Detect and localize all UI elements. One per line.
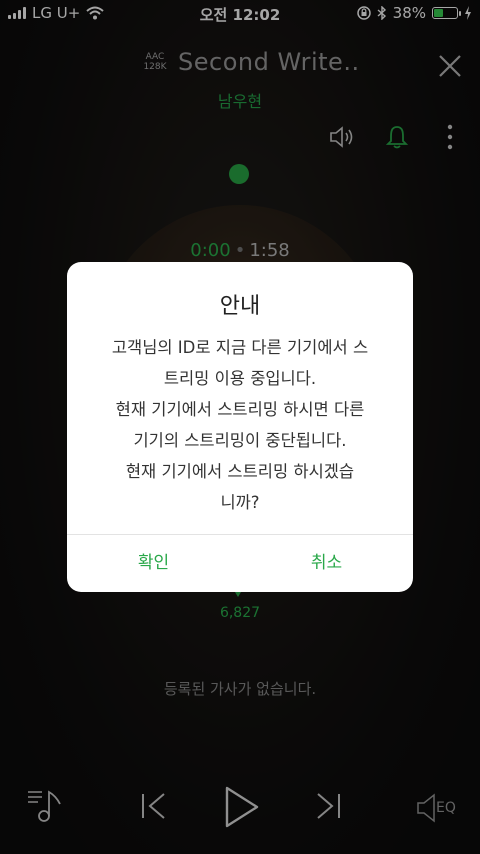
dialog-message: 고객님의 ID로 지금 다른 기기에서 스 트리밍 이용 중입니다. 현재 기기… bbox=[111, 338, 369, 512]
confirm-button[interactable]: 확인 bbox=[67, 535, 240, 592]
dialog-title: 안내 bbox=[219, 294, 261, 319]
cancel-button[interactable]: 취소 bbox=[240, 535, 413, 592]
streaming-notice-dialog: 안내 고객님의 ID로 지금 다른 기기에서 스 트리밍 이용 중입니다. 현재… bbox=[67, 262, 413, 592]
